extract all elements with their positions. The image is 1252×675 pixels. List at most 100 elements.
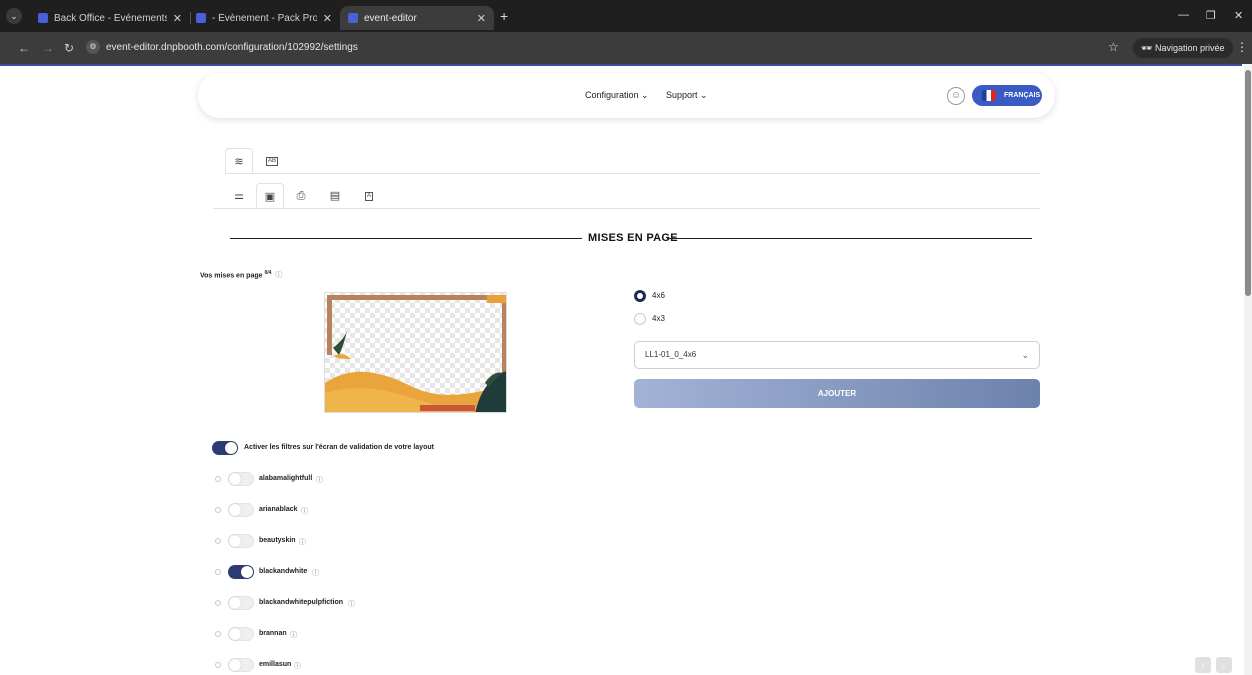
drag-handle-icon[interactable] xyxy=(215,476,221,482)
browser-tab-evenement[interactable]: - Évènement - Pack Pro Data (D ✕ xyxy=(188,6,340,30)
site-settings-icon[interactable]: ⚙ xyxy=(86,40,100,55)
layouts-label-text: Vos mises en page xyxy=(200,272,263,280)
subtabs-divider xyxy=(213,208,1040,209)
drag-handle-icon[interactable] xyxy=(215,600,221,606)
filter-label: alabamalightfull xyxy=(259,475,313,482)
tab-translations[interactable]: AB xyxy=(258,148,286,174)
close-window-icon[interactable]: ✕ xyxy=(1234,9,1243,22)
filters-master-toggle[interactable] xyxy=(212,441,238,455)
portrait-icon: ▣ xyxy=(264,191,276,203)
drag-handle-icon[interactable] xyxy=(215,569,221,575)
address-bar: ← → ↻ ⚙ event-editor.dnpbooth.com/configu… xyxy=(0,32,1252,64)
radio-4x3[interactable] xyxy=(634,313,646,325)
tab-title: Back Office - Evénements : Nou xyxy=(54,12,167,24)
minimize-icon[interactable]: — xyxy=(1178,9,1189,21)
layout-frame-illustration xyxy=(325,295,506,412)
filter-toggle-brannan[interactable] xyxy=(228,627,254,641)
favicon-icon xyxy=(348,13,358,23)
tab-search-icon[interactable]: ⌄ xyxy=(6,8,22,24)
back-icon[interactable]: ← xyxy=(18,41,30,55)
subtab-text[interactable]: A xyxy=(355,183,383,209)
filter-toggle-emillasun[interactable] xyxy=(228,658,254,672)
layouts-label: Vos mises en page 0/4 ⓘ xyxy=(200,270,282,280)
url-field[interactable]: ⚙ event-editor.dnpbooth.com/configuration… xyxy=(86,37,1126,59)
app-header: Configuration ⌄ Support ⌄ xyxy=(198,73,1055,118)
drag-handle-icon[interactable] xyxy=(215,538,221,544)
scroll-down-icon[interactable]: ↓ xyxy=(1216,657,1232,673)
help-icon[interactable]: ⓘ xyxy=(294,661,301,671)
tab-close-icon[interactable]: ✕ xyxy=(317,12,332,25)
layouts-count: 0/4 xyxy=(264,270,272,276)
browser-tab-event-editor[interactable]: event-editor ✕ xyxy=(340,6,494,30)
menu-support[interactable]: Support ⌄ xyxy=(666,90,708,101)
favicon-icon xyxy=(38,13,48,23)
section-title: MISES EN PAGE xyxy=(588,232,678,244)
add-layout-button[interactable]: AJOUTER xyxy=(634,379,1040,408)
help-icon[interactable]: ⓘ xyxy=(299,537,306,547)
language-label: FRANÇAIS xyxy=(1004,92,1041,99)
tab-close-icon[interactable]: ✕ xyxy=(167,12,182,25)
subtab-print[interactable]: ⎙ xyxy=(287,183,315,209)
help-icon[interactable]: ⓘ xyxy=(316,475,323,485)
tab-title: - Évènement - Pack Pro Data (D xyxy=(212,12,317,24)
tab-settings[interactable]: ≋ xyxy=(225,148,253,174)
drag-handle-icon[interactable] xyxy=(215,662,221,668)
filter-toggle-alabamalightfull[interactable] xyxy=(228,472,254,486)
private-label: Navigation privée xyxy=(1154,43,1225,53)
filter-label: brannan xyxy=(259,630,287,637)
filter-label: arianablack xyxy=(259,506,298,513)
filter-label: blackandwhitepulpfiction xyxy=(259,599,344,606)
scroll-up-icon[interactable]: ↑ xyxy=(1195,657,1211,673)
layout-select[interactable]: LL1-01_0_4x6 ⌄ xyxy=(634,341,1040,369)
ab-icon: AB xyxy=(265,156,278,166)
subtab-background[interactable]: ▤ xyxy=(321,183,349,209)
filter-label: emillasun xyxy=(259,661,292,668)
frame-left xyxy=(327,295,332,355)
restore-icon[interactable]: ❐ xyxy=(1206,9,1216,22)
radio-4x3-label: 4x3 xyxy=(652,314,665,323)
help-icon[interactable]: ⓘ xyxy=(301,506,308,516)
layout-preview[interactable] xyxy=(324,292,507,413)
scrollbar-thumb[interactable] xyxy=(1245,70,1251,296)
page-accent-line xyxy=(0,64,1242,66)
subtab-layouts[interactable]: ▣ xyxy=(256,183,284,209)
help-icon[interactable]: ⓘ xyxy=(275,272,282,279)
tab-close-icon[interactable]: ✕ xyxy=(471,12,486,25)
menu-configuration[interactable]: Configuration ⌄ xyxy=(585,90,649,101)
filter-toggle-arianablack[interactable] xyxy=(228,503,254,517)
filter-toggle-blackandwhitepulpfiction[interactable] xyxy=(228,596,254,610)
filter-label: blackandwhite xyxy=(259,568,308,575)
image-frame-icon: ▤ xyxy=(329,190,341,202)
drag-handle-icon[interactable] xyxy=(215,631,221,637)
filter-toggle-beautyskin[interactable] xyxy=(228,534,254,548)
sliders-icon: ≋ xyxy=(234,156,244,168)
bookmark-star-icon[interactable]: ☆ xyxy=(1108,40,1119,54)
layout-select-value: LL1-01_0_4x6 xyxy=(645,350,697,359)
palm-leaf-left xyxy=(333,331,347,355)
private-browsing-badge[interactable]: 🕶 Navigation privée xyxy=(1133,38,1233,58)
leaf-accent-left xyxy=(335,354,351,359)
forward-icon[interactable]: → xyxy=(42,41,54,55)
help-icon[interactable]: ⓘ xyxy=(348,599,355,609)
filter-toggle-blackandwhite[interactable] xyxy=(228,565,254,579)
drag-handle-icon[interactable] xyxy=(215,507,221,513)
new-tab-button[interactable]: + xyxy=(500,8,508,24)
filters-master-label: Activer les filtres sur l'écran de valid… xyxy=(244,444,434,451)
browser-tab-bar: ⌄ Back Office - Evénements : Nou ✕ - Évè… xyxy=(0,0,1252,32)
subtab-general[interactable]: ⚌ xyxy=(225,183,253,209)
tabs-divider xyxy=(225,173,1040,174)
browser-menu-icon[interactable]: ⋮ xyxy=(1236,40,1248,54)
radio-4x6[interactable] xyxy=(634,290,646,302)
user-account-icon[interactable]: ☺ xyxy=(947,87,965,105)
help-icon[interactable]: ⓘ xyxy=(312,568,319,578)
incognito-icon: 🕶 xyxy=(1141,43,1153,53)
frame-top xyxy=(327,295,505,300)
tab-title: event-editor xyxy=(364,12,417,24)
chevron-down-icon: ⌄ xyxy=(1021,350,1029,360)
frame-right xyxy=(502,295,506,375)
help-icon[interactable]: ⓘ xyxy=(290,630,297,640)
reload-icon[interactable]: ↻ xyxy=(64,41,74,55)
printer-icon: ⎙ xyxy=(296,190,306,202)
favicon-icon xyxy=(196,13,206,23)
browser-tab-back-office[interactable]: Back Office - Evénements : Nou ✕ xyxy=(30,6,190,30)
